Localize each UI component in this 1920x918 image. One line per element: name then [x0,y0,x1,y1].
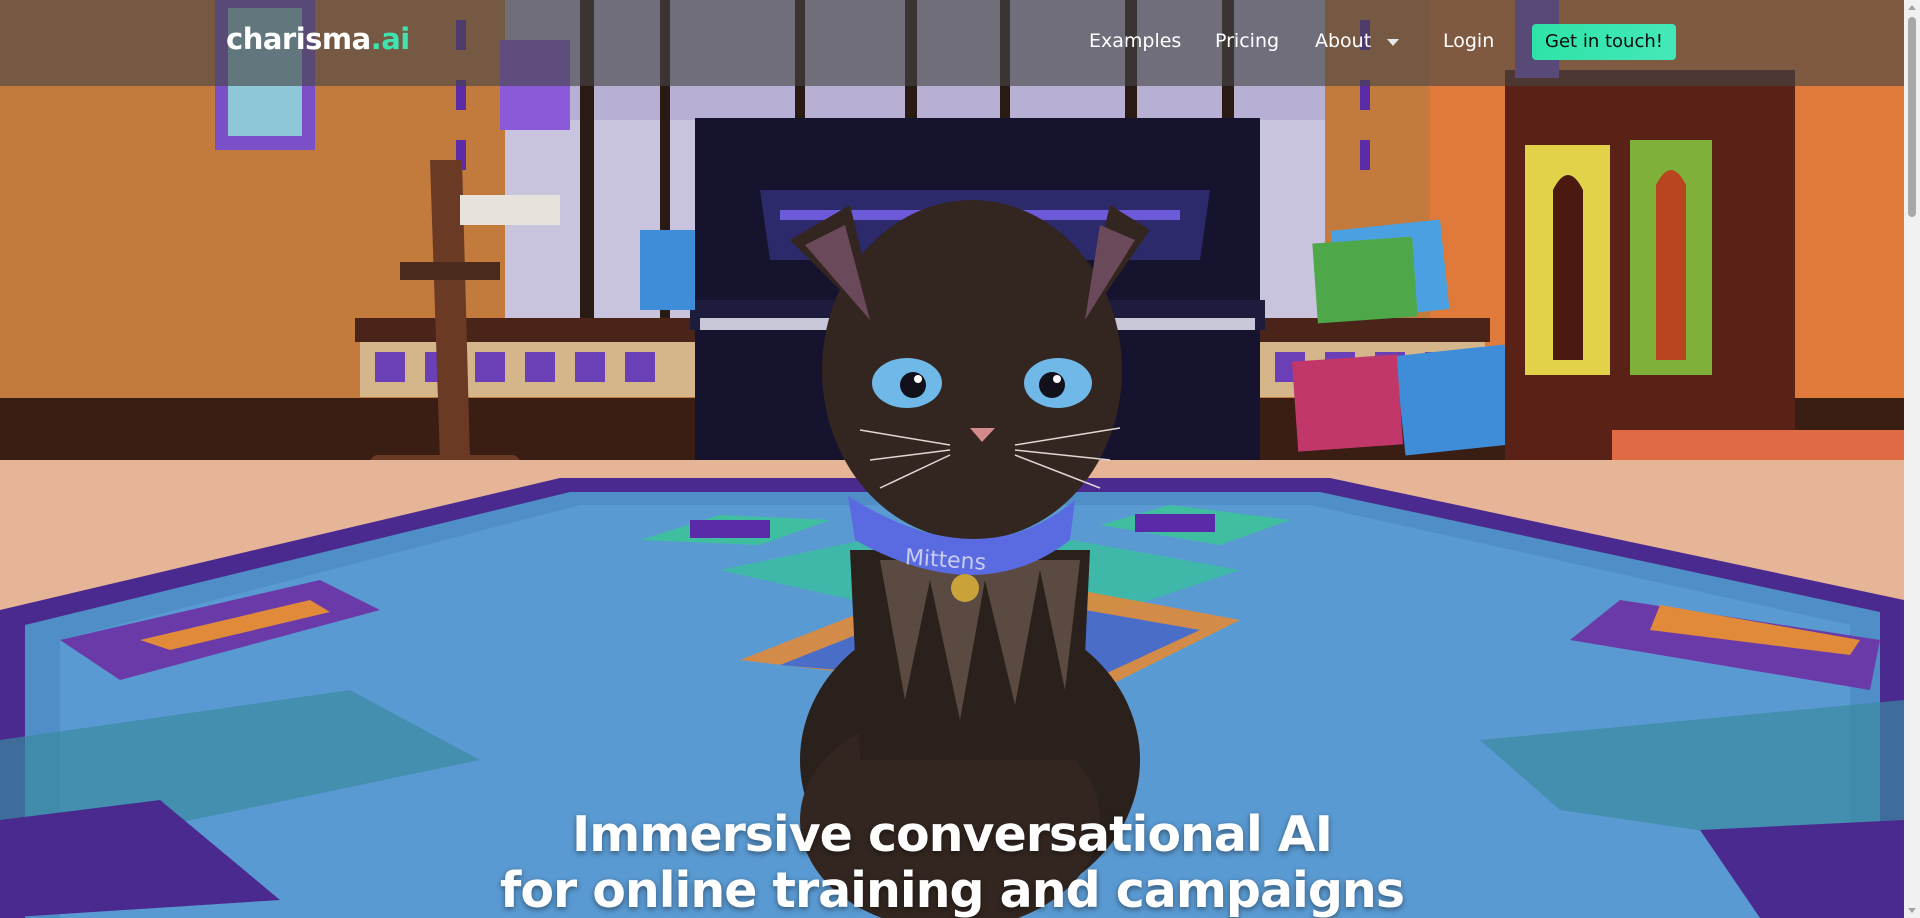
navbar: charisma.ai Examples Pricing About Login… [0,0,1904,86]
chevron-down-icon[interactable] [1387,39,1399,46]
nav-pricing-link[interactable]: Pricing [1215,30,1279,52]
get-in-touch-button[interactable]: Get in touch! [1532,24,1676,60]
nav-login-link[interactable]: Login [1443,30,1494,52]
logo-accent: .ai [370,22,411,56]
hero-illustration: Mittens [0,0,1904,918]
logo-main: charisma [226,22,371,56]
page: Mittens charisma.ai Examples Pricing Abo… [0,0,1920,918]
hero-headline-line1: Immersive conversational AI [572,806,1333,863]
hero-scene: Mittens [0,0,1904,918]
logo[interactable]: charisma.ai [226,22,410,56]
scroll-up-arrow-icon[interactable] [1908,5,1916,10]
hero-headline-line2: for online training and campaigns [500,862,1405,918]
nav-about-dropdown[interactable]: About [1315,30,1371,52]
scroll-thumb[interactable] [1908,17,1916,217]
page-scrollbar[interactable] [1904,0,1920,918]
scroll-down-arrow-icon[interactable] [1908,908,1916,913]
nav-examples-link[interactable]: Examples [1089,30,1181,52]
